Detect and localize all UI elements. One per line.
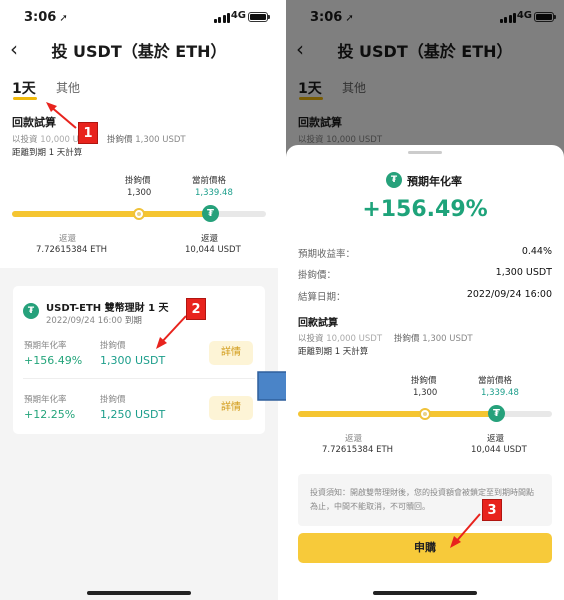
home-indicator bbox=[373, 591, 477, 595]
hook-value: 1,250 USDT bbox=[100, 408, 166, 421]
return-left-value: 7.72615384 ETH bbox=[36, 245, 108, 255]
status-time: 3:06➚ bbox=[24, 10, 68, 25]
right-screen: 3:06➚ 4G ‹ 投 USDT（基於 ETH） 1天 其他 回款試算 以投資… bbox=[286, 0, 564, 600]
page-title: 投 USDT（基於 ETH） bbox=[51, 42, 227, 61]
tether-icon: ₮ bbox=[202, 205, 219, 222]
detail-button[interactable]: 詳情 bbox=[209, 396, 253, 420]
tether-icon: ₮ bbox=[488, 405, 505, 422]
hook-price-label: 掛鉤價 bbox=[125, 176, 151, 186]
status-bar: 3:06➚ 4G bbox=[0, 0, 278, 36]
battery-icon bbox=[248, 12, 270, 22]
sheet-return-left-value: 7.72615384 ETH bbox=[322, 445, 394, 455]
annotation-badge-2: 2 bbox=[186, 298, 206, 320]
network-label: 4G bbox=[230, 10, 246, 21]
sheet-apr: +156.49% bbox=[362, 197, 488, 222]
sheet-header: 預期年化率 bbox=[407, 175, 462, 188]
detail-button[interactable]: 詳情 bbox=[209, 341, 253, 365]
annotation-arrow-1 bbox=[46, 102, 77, 129]
tab-other[interactable]: 其他 bbox=[56, 79, 80, 96]
apr-label: 預期年化率 bbox=[24, 395, 67, 405]
tether-icon: ₮ bbox=[23, 303, 39, 319]
annotation-arrow-3 bbox=[450, 513, 481, 548]
home-indicator bbox=[87, 591, 191, 595]
hook-label: 掛鉤價 bbox=[100, 341, 126, 351]
sheet-hook-price-marker bbox=[419, 408, 431, 420]
signal-icon bbox=[213, 13, 230, 23]
subscribe-button[interactable]: 申購 bbox=[298, 533, 552, 563]
sheet-invest: 以投資 10,000 USDT bbox=[298, 334, 383, 344]
hook-label: 掛鉤價 bbox=[100, 395, 126, 405]
sheet-expiry-note: 距離到期 1 天計算 bbox=[298, 347, 369, 357]
hook-info: 掛鉤價 1,300 USDT bbox=[107, 135, 186, 145]
left-screen: 3:06 ➚ 4G ‹ 投 USDT（基於 ETH） 1天 其他 回款試算 以投資… bbox=[0, 0, 278, 600]
expiry-note: 距離到期 1 天計算 bbox=[12, 148, 83, 158]
apr-value: +156.49% bbox=[24, 354, 83, 367]
sheet-return-right-label: 返還 bbox=[487, 434, 505, 444]
sheet-return-right-value: 10,044 USDT bbox=[471, 445, 527, 455]
product-card: ₮ USDT-ETH 雙幣理財 1 天 2022/09/24 16:00 到期 … bbox=[13, 286, 265, 434]
sheet-calc-title: 回款試算 bbox=[298, 318, 338, 329]
sheet-hook-price-value: 1,300 bbox=[413, 388, 438, 398]
annotation-badge-1: 1 bbox=[78, 122, 98, 144]
nav-bar: ‹ 投 USDT（基於 ETH） bbox=[0, 36, 278, 64]
hook-value: 1,300 USDT bbox=[100, 354, 166, 367]
annotation-badge-3: 3 bbox=[482, 499, 502, 521]
current-price-label: 當前價格 bbox=[192, 176, 227, 186]
apr-value: +12.25% bbox=[24, 408, 76, 421]
tether-icon: ₮ bbox=[386, 172, 402, 188]
sheet-hook-info: 掛鉤價 1,300 USDT bbox=[394, 334, 473, 344]
sheet-hook-price-label: 掛鉤價 bbox=[411, 376, 437, 386]
tab-1-day[interactable]: 1天 bbox=[12, 78, 36, 98]
divider bbox=[23, 378, 255, 379]
hook-price-marker bbox=[133, 208, 145, 220]
hook-price-value: 1,300 bbox=[127, 188, 152, 198]
current-price-value: 1,339.48 bbox=[195, 188, 233, 198]
return-right-label: 返還 bbox=[201, 234, 219, 244]
return-right-value: 10,044 USDT bbox=[185, 245, 241, 255]
detail-sheet: ₮ 預期年化率 +156.49% 預期收益率： 0.44% 掛鉤價： 1,300 U… bbox=[286, 145, 564, 600]
location-arrow-icon: ➚ bbox=[59, 13, 68, 24]
tab-active-indicator bbox=[13, 97, 37, 100]
product-expiry: 2022/09/24 16:00 到期 bbox=[46, 316, 142, 326]
sheet-current-price-label: 當前價格 bbox=[478, 376, 513, 386]
sheet-handle[interactable] bbox=[408, 151, 442, 154]
sheet-current-price-value: 1,339.48 bbox=[481, 388, 519, 398]
apr-label: 預期年化率 bbox=[24, 341, 67, 351]
investment-notice: 投資須知：開啟雙幣理財後，您的投資額會被鎖定至到期時間點為止，中間不能取消，不可… bbox=[298, 474, 552, 526]
return-left-label: 返還 bbox=[59, 234, 77, 244]
sheet-return-left-label: 返還 bbox=[345, 434, 363, 444]
